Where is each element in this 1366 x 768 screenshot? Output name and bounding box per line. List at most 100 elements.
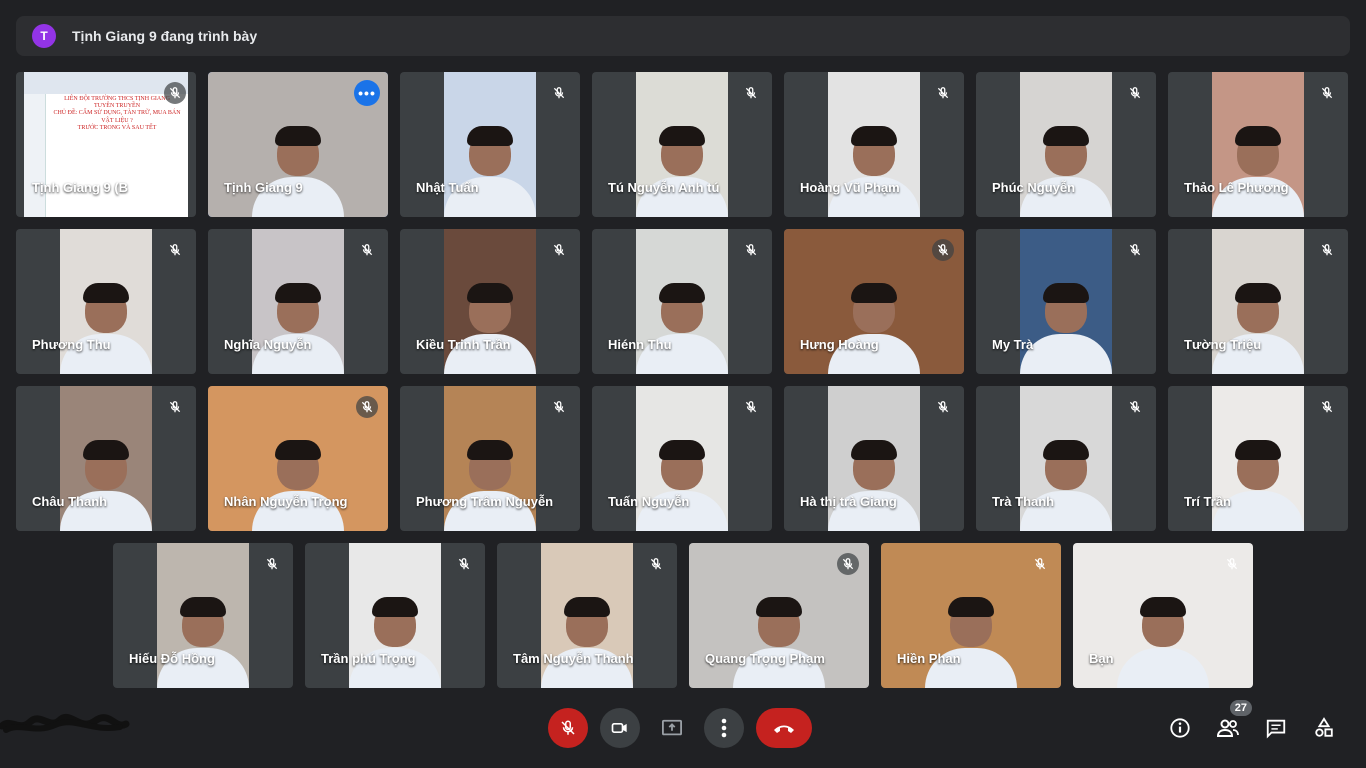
participant-name: Thảo Lê Phương	[1184, 180, 1289, 195]
muted-mic-icon	[1221, 553, 1243, 575]
participant-name: Tịnh Giang 9	[224, 180, 303, 195]
participant-tile[interactable]: Hiénn Thu	[592, 229, 772, 374]
participant-name: Hiếu Đỗ Hồng	[129, 651, 215, 666]
participant-tile[interactable]: Phương Thu	[16, 229, 196, 374]
camera-toggle-button[interactable]	[600, 708, 640, 748]
present-button[interactable]	[652, 708, 692, 748]
muted-mic-icon	[548, 239, 570, 261]
participant-tile[interactable]: Tú Nguyễn Anh tú	[592, 72, 772, 217]
participant-tile[interactable]: Hiếu Đỗ Hồng	[113, 543, 293, 688]
participant-name: Hà thị trà Giang	[800, 494, 897, 509]
participant-name: Trí Trần	[1184, 494, 1231, 509]
video-feed	[252, 229, 344, 374]
video-feed	[60, 386, 152, 531]
slide-content: LIÊN ĐỘI TRƯỜNG THCS TỊNH GIANG TUYÊN TRU…	[50, 96, 184, 193]
people-icon	[1216, 719, 1239, 737]
participant-name: Hiền Phan	[897, 651, 961, 666]
person-hair	[659, 126, 705, 146]
participant-tile[interactable]: LIÊN ĐỘI TRƯỜNG THCS TỊNH GIANG TUYÊN TRU…	[16, 72, 196, 217]
person-hair	[659, 283, 705, 303]
muted-mic-icon	[1316, 396, 1338, 418]
participant-tile[interactable]: Tuấn Nguyễn	[592, 386, 772, 531]
info-icon	[1170, 718, 1190, 738]
participant-tile[interactable]: Thảo Lê Phương	[1168, 72, 1348, 217]
video-feed	[1020, 386, 1112, 531]
grid-row: Phương Thu Nghĩa Nguyễn Kiều Trinh Trần Hié…	[16, 229, 1348, 374]
person-hair	[275, 283, 321, 303]
participant-tile[interactable]: Tâm Nguyễn Thanh	[497, 543, 677, 688]
participant-name: Trà Thanh	[992, 494, 1055, 509]
video-feed	[1212, 229, 1304, 374]
participant-tile[interactable]: Hà thị trà Giang	[784, 386, 964, 531]
participant-tile[interactable]: Tịnh Giang 9 •••	[208, 72, 388, 217]
person-hair	[1235, 126, 1281, 146]
people-button[interactable]: 27	[1214, 700, 1252, 742]
video-feed	[349, 543, 441, 688]
participant-tile[interactable]: Kiều Trinh Trần	[400, 229, 580, 374]
participant-name: Hiénn Thu	[608, 337, 672, 352]
participant-tile[interactable]: Châu Thanh	[16, 386, 196, 531]
participant-tile[interactable]: Nhật Tuấn	[400, 72, 580, 217]
person-hair	[1235, 283, 1281, 303]
chat-icon	[1266, 719, 1286, 739]
muted-mic-icon	[548, 82, 570, 104]
person-hair	[1043, 283, 1089, 303]
participant-tile[interactable]: Trà Thanh	[976, 386, 1156, 531]
person-hair	[467, 126, 513, 146]
meeting-info-button[interactable]	[1166, 714, 1194, 742]
participant-tile[interactable]: Trần phú Trọng	[305, 543, 485, 688]
muted-mic-icon	[1316, 239, 1338, 261]
person-hair	[564, 597, 610, 617]
person-hair	[1043, 126, 1089, 146]
participant-tile[interactable]: Nghĩa Nguyễn	[208, 229, 388, 374]
video-feed	[636, 229, 728, 374]
tile-more-options-button[interactable]: •••	[354, 80, 380, 106]
participant-tile[interactable]: Quang Trọng Phạm	[689, 543, 869, 688]
participant-tile[interactable]: Phương Trâm Nguyễn	[400, 386, 580, 531]
present-icon	[662, 719, 682, 736]
mic-toggle-button[interactable]	[548, 708, 588, 748]
participant-name: Phúc Nguyễn	[992, 180, 1076, 195]
participant-tile[interactable]: Hưng Hoàng	[784, 229, 964, 374]
participant-tile[interactable]: Trí Trần	[1168, 386, 1348, 531]
person-hair	[275, 126, 321, 146]
video-feed	[541, 543, 633, 688]
chat-button[interactable]	[1262, 714, 1290, 742]
activities-button[interactable]	[1310, 714, 1338, 742]
participant-name: Hoàng Vũ Phạm	[800, 180, 900, 195]
participant-tile[interactable]: Tường Triệu	[1168, 229, 1348, 374]
video-feed	[1020, 72, 1112, 217]
participant-tile[interactable]: Hoàng Vũ Phạm	[784, 72, 964, 217]
participant-tile[interactable]: My Trà	[976, 229, 1156, 374]
person-hair	[851, 440, 897, 460]
muted-mic-icon	[453, 553, 475, 575]
participant-name: Tú Nguyễn Anh tú	[608, 180, 720, 195]
muted-mic-icon	[645, 553, 667, 575]
end-call-icon	[774, 725, 794, 733]
muted-mic-icon	[740, 239, 762, 261]
participant-tile[interactable]: Hiền Phan	[881, 543, 1061, 688]
muted-mic-icon	[1124, 82, 1146, 104]
participant-tile[interactable]: Bạn	[1073, 543, 1253, 688]
end-call-button[interactable]	[756, 708, 812, 748]
participant-name: Nhật Tuấn	[416, 180, 479, 195]
person-hair	[83, 283, 129, 303]
participant-name: Quang Trọng Phạm	[705, 651, 825, 666]
person-hair	[275, 440, 321, 460]
participant-name: Trần phú Trọng	[321, 651, 416, 666]
participant-tile[interactable]: Nhân Nguyễn Trọng	[208, 386, 388, 531]
participant-name: Nghĩa Nguyễn	[224, 337, 312, 352]
video-feed	[444, 72, 536, 217]
muted-mic-icon	[740, 82, 762, 104]
participant-name: Tâm Nguyễn Thanh	[513, 651, 634, 666]
more-options-button[interactable]	[704, 708, 744, 748]
grid-row: LIÊN ĐỘI TRƯỜNG THCS TỊNH GIANG TUYÊN TRU…	[16, 72, 1348, 217]
muted-mic-icon	[164, 396, 186, 418]
video-feed	[444, 386, 536, 531]
person-hair	[948, 597, 994, 617]
slide-line: CHỦ ĐỀ: CẤM SỬ DỤNG, TÀN TRỮ, MUA BÁN VẬ…	[53, 110, 181, 124]
video-feed	[828, 72, 920, 217]
participant-tile[interactable]: Phúc Nguyễn	[976, 72, 1156, 217]
redacted-scribble	[0, 713, 130, 733]
muted-mic-icon	[1029, 553, 1051, 575]
